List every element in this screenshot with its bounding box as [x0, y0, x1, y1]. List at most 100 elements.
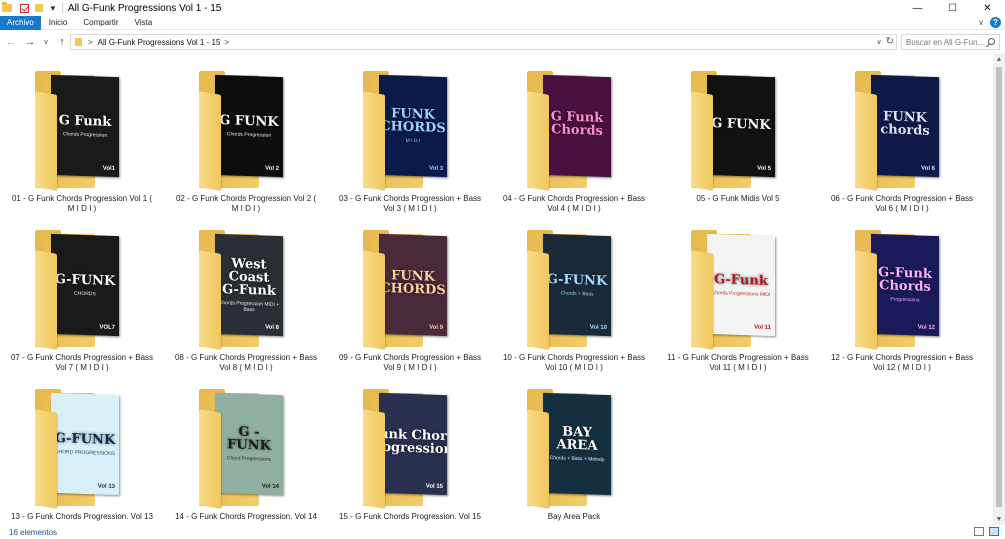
folder-thumbnail: FUNK CHORDS Vol 9	[363, 230, 458, 350]
search-icon[interactable]	[988, 38, 995, 45]
folder-name: 13 - G Funk Chords Progression. Vol 13	[0, 512, 164, 522]
cover-subtitle: Chords + Bass + Melody	[549, 455, 605, 463]
expand-ribbon-icon[interactable]: ∨	[978, 18, 984, 27]
cover-volume: Vol1	[102, 165, 115, 173]
cover-title: G-FUNK	[54, 271, 116, 289]
details-view-icon[interactable]	[974, 527, 984, 536]
folder-thumbnail: BAY AREA Chords + Bass + Melody	[527, 389, 622, 509]
tab-archivo[interactable]: Archivo	[0, 15, 41, 30]
breadcrumb-current[interactable]: All G-Funk Progressions Vol 1 - 15	[98, 38, 221, 47]
folder-name: 06 - G Funk Chords Progression + Bass Vol…	[820, 194, 984, 214]
cover-volume: Vol 3	[429, 165, 443, 173]
folder-thumbnail: FUNK CHORDS M I D I Vol 3	[363, 71, 458, 191]
folder-item[interactable]: G Funk Chords Progression Vol1 01 - G Funk …	[0, 53, 164, 213]
folder-item[interactable]: G FUNK Vol 5 05 - G Funk Midis Vol 5	[656, 53, 820, 203]
tab-inicio[interactable]: Inicio	[41, 16, 76, 30]
properties-icon[interactable]	[20, 3, 29, 13]
folder-item[interactable]: FUNK CHORDS M I D I Vol 3 03 - G Funk Chord…	[328, 53, 492, 213]
folder-item[interactable]: FUNK CHORDS Vol 9 09 - G Funk Chords Progr…	[328, 212, 492, 372]
folder-item[interactable]: G Funk Chords 04 - G Funk Chords Progress…	[492, 53, 656, 213]
folder-item[interactable]: G-FUNK CHORD PROGRESSIONS Vol 13 13 - G Fun…	[0, 371, 164, 521]
folder-thumbnail: West Coast G-Funk Chords Progression MIDI…	[199, 230, 294, 350]
cover-subtitle: Chord Progressions	[226, 455, 272, 463]
folder-front	[691, 91, 713, 191]
album-cover: FUNK chords Vol 6	[871, 74, 939, 178]
album-cover: G-FUNK Chords + Bass Vol 10	[543, 233, 611, 337]
folder-thumbnail: G Funk Chords Progression Vol1	[35, 71, 130, 191]
folder-name-line: 15 - G Funk Chords Progression. Vol 15	[339, 512, 481, 521]
cover-volume: Vol 15	[425, 483, 443, 491]
folder-item[interactable]: BAY AREA Chords + Bass + Melody Bay Area P…	[492, 371, 656, 521]
album-cover: G FUNK Vol 5	[707, 74, 775, 178]
status-bar: 16 elementos	[0, 525, 1005, 539]
album-cover: G-Funk Chords Progressions Vol 12	[871, 233, 939, 337]
forward-button[interactable]: →	[22, 34, 38, 50]
album-cover: G-Funk Chords Progressions MIDI Vol 11	[707, 233, 775, 337]
search-placeholder: Buscar en All G-Fun...	[906, 37, 985, 47]
cover-subtitle: Chords Progressions MIDI	[711, 289, 771, 298]
folder-name-line: 05 - G Funk Midis Vol 5	[696, 194, 780, 203]
cover-subtitle: CHORDS	[74, 290, 96, 297]
cover-subtitle: M I D I	[405, 137, 421, 145]
folder-item[interactable]: G-Funk Chords Progressions MIDI Vol 11 11 -…	[656, 212, 820, 372]
folder-thumbnail: G - FUNK Chord Progressions Vol 14	[199, 389, 294, 509]
cover-volume: Vol 8	[265, 324, 279, 332]
folder-name-line: 13 - G Funk Chords Progression. Vol 13	[11, 512, 153, 521]
folder-name-line: Vol 11 ( M I D I )	[709, 363, 767, 372]
cover-title: BAY AREA	[556, 424, 598, 454]
maximize-button[interactable]: ☐	[935, 0, 970, 16]
tab-vista[interactable]: Vista	[127, 16, 161, 30]
scroll-down-arrow-icon[interactable]: ▼	[993, 513, 1005, 525]
file-grid: G Funk Chords Progression Vol1 01 - G Funk …	[0, 53, 993, 525]
cover-title: FUNK CHORDS	[380, 268, 446, 299]
refresh-button[interactable]: ↻	[886, 36, 894, 47]
back-button[interactable]: ←	[3, 34, 19, 50]
cover-title: G-FUNK	[546, 271, 608, 289]
cover-title: Funk Chord Progressions	[379, 426, 447, 458]
close-button[interactable]: ✕	[970, 0, 1005, 16]
folder-name: 09 - G Funk Chords Progression + Bass Vol…	[328, 353, 492, 373]
tab-compartir[interactable]: Compartir	[75, 16, 126, 30]
folder-thumbnail: G Funk Chords	[527, 71, 622, 191]
cover-volume: Vol 11	[754, 324, 771, 332]
chevron-down-icon[interactable]: ∨	[876, 38, 881, 46]
album-cover: G Funk Chords Progression Vol1	[51, 74, 119, 178]
recent-locations-button[interactable]: v	[41, 34, 51, 50]
item-count: 16 elementos	[9, 527, 58, 537]
search-input[interactable]: Buscar en All G-Fun...	[901, 34, 1000, 50]
breadcrumb-separator[interactable]: >	[224, 38, 229, 47]
folder-thumbnail: G-FUNK Chords + Bass Vol 10	[527, 230, 622, 350]
folder-item[interactable]: Funk Chord Progressions Vol 15 15 - G Funk…	[328, 371, 492, 521]
minimize-button[interactable]: —	[900, 0, 935, 16]
new-folder-icon[interactable]	[35, 4, 43, 12]
cover-title: FUNK chords	[880, 109, 930, 139]
cover-title: G FUNK	[711, 115, 771, 133]
vertical-scrollbar[interactable]: ▲ ▼	[993, 53, 1005, 525]
folder-name: 04 - G Funk Chords Progression + Bass Vol…	[492, 194, 656, 214]
folder-front	[35, 250, 57, 350]
scrollbar-thumb[interactable]	[996, 67, 1002, 507]
cover-volume: Vol 5	[757, 165, 771, 173]
folder-item[interactable]: G FUNK Chords Progression Vol 2 02 - G Funk…	[164, 53, 328, 213]
scroll-up-arrow-icon[interactable]: ▲	[993, 53, 1005, 65]
customize-toolbar-icon[interactable]: ▼	[49, 4, 57, 13]
cover-subtitle: Chords Progression	[62, 130, 108, 139]
folder-item[interactable]: G-Funk Chords Progressions Vol 12 12 - G Fu…	[820, 212, 984, 372]
folder-thumbnail: G-Funk Chords Progressions MIDI Vol 11	[691, 230, 786, 350]
cover-volume: Vol 2	[265, 165, 279, 173]
folder-item[interactable]: G-FUNK CHORDS VOL7 07 - G Funk Chords Progr…	[0, 212, 164, 372]
help-icon[interactable]: ?	[990, 17, 1001, 28]
breadcrumb-separator[interactable]: >	[88, 38, 93, 47]
folder-item[interactable]: G-FUNK Chords + Bass Vol 10 10 - G Funk Cho…	[492, 212, 656, 372]
album-cover: G Funk Chords	[543, 74, 611, 178]
up-button[interactable]: ↑	[54, 34, 70, 50]
folder-item[interactable]: West Coast G-Funk Chords Progression MIDI…	[164, 212, 328, 372]
large-icons-view-icon[interactable]	[989, 527, 999, 536]
folder-name: 14 - G Funk Chords Progression. Vol 14	[164, 512, 328, 522]
ribbon-right-controls: ∨ ?	[978, 17, 1001, 28]
address-bar[interactable]: > All G-Funk Progressions Vol 1 - 15 > ∨…	[70, 34, 897, 50]
folder-item[interactable]: G - FUNK Chord Progressions Vol 14 14 - G F…	[164, 371, 328, 521]
toolbar-divider	[61, 3, 63, 13]
folder-item[interactable]: FUNK chords Vol 6 06 - G Funk Chords Progr…	[820, 53, 984, 213]
cover-title: G - FUNK	[227, 424, 271, 454]
